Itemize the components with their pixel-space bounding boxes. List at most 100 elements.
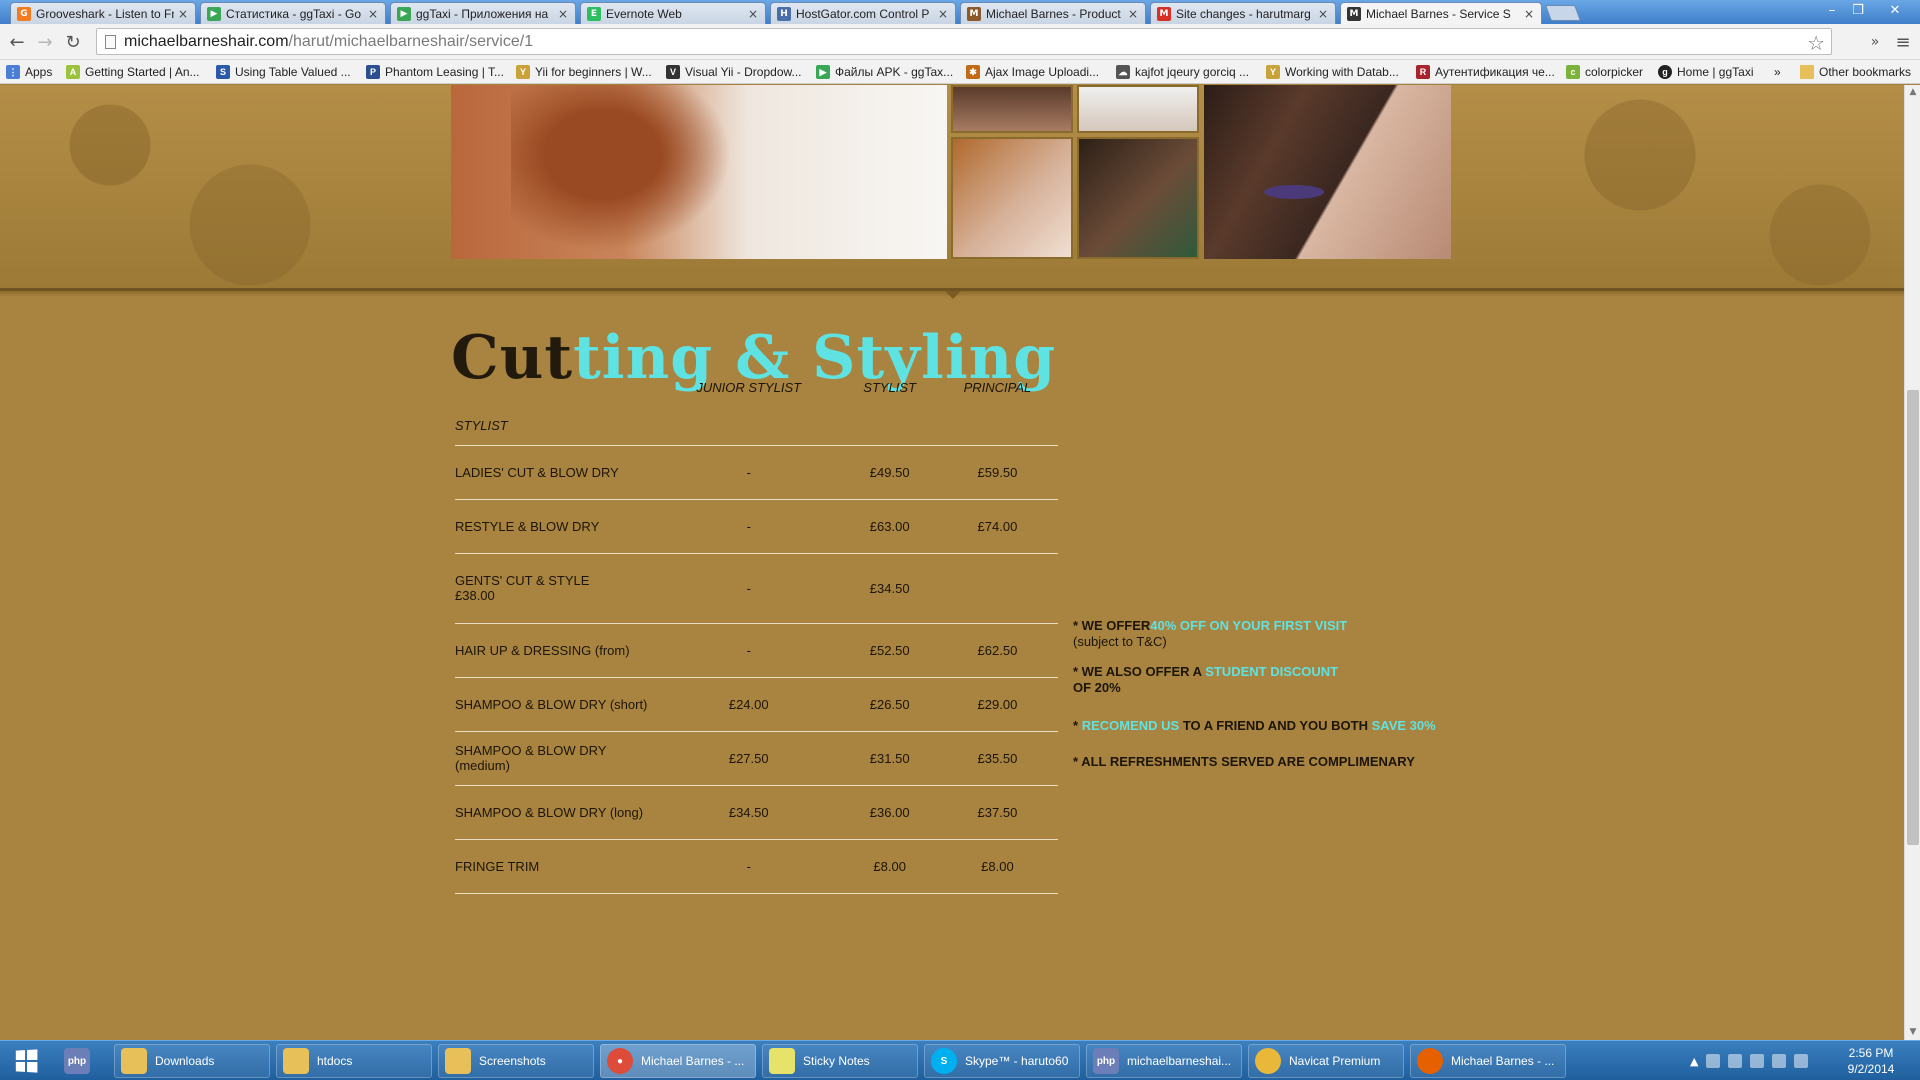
bookmark-label: Аутентификация че... (1435, 65, 1555, 79)
tab-michael-barnes-products[interactable]: M Michael Barnes - Product × (960, 2, 1146, 24)
offer-highlight: STUDENT DISCOUNT (1205, 664, 1339, 679)
bookmark-table-valued[interactable]: S Using Table Valued ... (216, 63, 351, 81)
column-header: PRINCIPAL (963, 380, 1032, 395)
taskbar-clock[interactable]: 2:56 PM 9/2/2014 (1836, 1045, 1906, 1077)
taskbar-skype[interactable]: S Skype™ - haruto60 (924, 1044, 1080, 1078)
close-window-icon[interactable]: ✕ (1876, 0, 1914, 20)
show-hidden-icons-icon[interactable]: ▲ (1690, 1055, 1698, 1068)
address-bar[interactable]: michaelbarneshair.com /harut/michaelbarn… (96, 28, 1832, 55)
taskbar-htdocs[interactable]: htdocs (276, 1044, 432, 1078)
url-path: /harut/michaelbarneshair/service/1 (288, 32, 534, 50)
bookmark-visual-yii[interactable]: V Visual Yii - Dropdow... (666, 63, 802, 81)
bookmark-other-bookmarks[interactable]: Other bookmarks (1800, 63, 1911, 81)
tab-title: Статистика - ggTaxi - Go (226, 6, 362, 21)
bookmark-home-ggtaxi[interactable]: g Home | ggTaxi (1658, 63, 1753, 81)
bookmark-yii-beginners[interactable]: Y Yii for beginners | W... (516, 63, 652, 81)
start-button[interactable] (6, 1045, 46, 1077)
price-stylist: £8.00 (842, 838, 937, 894)
chrome-icon: ● (607, 1048, 633, 1074)
gallery-thumb[interactable] (951, 85, 1073, 133)
price-stylist: £49.50 (842, 444, 937, 499)
r-icon: R (1416, 65, 1430, 79)
service-name: HAIR UP & DRESSING (from) (455, 622, 655, 677)
price-junior: £24.00 (655, 676, 843, 731)
bookmark-label: » (1774, 65, 1781, 79)
close-icon[interactable]: × (1523, 7, 1535, 21)
taskbar-sticky-notes[interactable]: Sticky Notes (762, 1044, 918, 1078)
close-icon[interactable]: × (557, 7, 569, 21)
gallery-thumb[interactable] (1077, 85, 1199, 133)
taskbar-phpstorm[interactable]: php michaelbarneshai... (1086, 1044, 1242, 1078)
restore-icon[interactable]: ❐ (1846, 0, 1870, 20)
taskbar-screenshots[interactable]: Screenshots (438, 1044, 594, 1078)
tab-hostgator[interactable]: H HostGator.com Control P × (770, 2, 956, 24)
tab-title: Michael Barnes - Product (986, 6, 1121, 21)
reload-icon[interactable]: ↻ (62, 31, 84, 53)
scroll-down-icon[interactable]: ▼ (1908, 1027, 1918, 1037)
language-flag-icon[interactable] (1706, 1054, 1721, 1068)
close-icon[interactable]: × (937, 7, 949, 21)
network-icon[interactable] (1750, 1054, 1765, 1068)
php-icon: php (1093, 1048, 1119, 1074)
bookmark-apps[interactable]: ⋮ Apps (6, 63, 52, 81)
column-header: STYLIST (863, 380, 917, 395)
price-junior: - (655, 498, 843, 553)
gallery-thumb[interactable] (1077, 137, 1199, 259)
bookmark-label: Phantom Leasing | T... (385, 65, 504, 79)
service-name: GENTS' CUT & STYLE (455, 573, 590, 588)
bookmark-colorpicker[interactable]: c colorpicker (1566, 63, 1643, 81)
close-icon[interactable]: × (747, 7, 759, 21)
extensions-chevron-icon[interactable]: » (1864, 31, 1886, 53)
bookmark-kajfot-jquery[interactable]: ☁ kajfot jqeury gorciq ... (1116, 63, 1249, 81)
sticky-notes-icon (769, 1048, 795, 1074)
scroll-up-icon[interactable]: ▲ (1908, 87, 1918, 97)
price-stylist: £34.50 (842, 552, 937, 623)
bookmark-getting-started[interactable]: A Getting Started | An... (66, 63, 200, 81)
close-icon[interactable]: × (367, 7, 379, 21)
taskbar-php-pinned[interactable]: php (58, 1044, 108, 1078)
folder-icon (283, 1048, 309, 1074)
page-scrollbar[interactable]: ▲ ▼ (1904, 85, 1920, 1040)
bookmark-star-icon[interactable]: ☆ (1807, 31, 1825, 55)
tab-evernote[interactable]: E Evernote Web × (580, 2, 766, 24)
service-name: SHAMPOO & BLOW DRY (long) (455, 784, 655, 839)
close-icon[interactable]: × (1127, 7, 1139, 21)
new-tab-button[interactable] (1545, 5, 1581, 21)
skype-icon: S (931, 1048, 957, 1074)
bookmark-ajax-image[interactable]: ✱ Ajax Image Uploadi... (966, 63, 1099, 81)
price-stylist: £26.50 (842, 676, 937, 731)
price-principal (936, 552, 1058, 623)
gallery-thumb[interactable] (951, 137, 1073, 259)
action-center-icon[interactable] (1728, 1054, 1743, 1068)
close-icon[interactable]: × (177, 7, 189, 21)
bookmark-authentication[interactable]: R Аутентификация че... (1416, 63, 1555, 81)
price-stylist: £36.00 (842, 784, 937, 839)
bookmark-apk-files[interactable]: ▶ Файлы APK - ggTax... (816, 63, 953, 81)
close-icon[interactable]: × (1317, 7, 1329, 21)
forward-arrow-icon[interactable]: → (34, 31, 56, 53)
bookmarks-overflow-chevron[interactable]: » (1774, 63, 1781, 81)
bookmark-working-with-db[interactable]: Y Working with Datab... (1266, 63, 1399, 81)
minimize-icon[interactable]: – (1820, 0, 1844, 20)
taskbar-firefox[interactable]: Michael Barnes - ... (1410, 1044, 1566, 1078)
taskbar-chrome[interactable]: ● Michael Barnes - ... (600, 1044, 756, 1078)
tab-grooveshark[interactable]: G Grooveshark - Listen to Fr × (10, 2, 196, 24)
bookmark-phantom-leasing[interactable]: P Phantom Leasing | T... (366, 63, 504, 81)
offer-text: * WE OFFER (1073, 618, 1151, 633)
tab-statistics[interactable]: ▶ Статистика - ggTaxi - Go × (200, 2, 386, 24)
scrollbar-thumb[interactable] (1907, 390, 1919, 845)
service-name: RESTYLE & BLOW DRY (455, 498, 655, 553)
tab-ggtaxi-apps[interactable]: ▶ ggTaxi - Приложения на × (390, 2, 576, 24)
taskbar-navicat[interactable]: Navicat Premium (1248, 1044, 1404, 1078)
tab-michael-barnes-service[interactable]: M Michael Barnes - Service S × (1340, 2, 1542, 25)
table-row: FRINGE TRIM - £8.00 £8.00 (455, 838, 1058, 894)
tab-site-changes[interactable]: M Site changes - harutmarg × (1150, 2, 1336, 24)
menu-hamburger-icon[interactable]: ≡ (1892, 31, 1914, 53)
taskbar-label: Michael Barnes - ... (641, 1054, 745, 1068)
volume-icon[interactable] (1794, 1054, 1809, 1068)
back-arrow-icon[interactable]: ← (6, 31, 28, 53)
display-icon[interactable] (1772, 1054, 1787, 1068)
bookmark-label: Using Table Valued ... (235, 65, 351, 79)
google-play-icon: ▶ (207, 6, 221, 21)
taskbar-downloads[interactable]: Downloads (114, 1044, 270, 1078)
